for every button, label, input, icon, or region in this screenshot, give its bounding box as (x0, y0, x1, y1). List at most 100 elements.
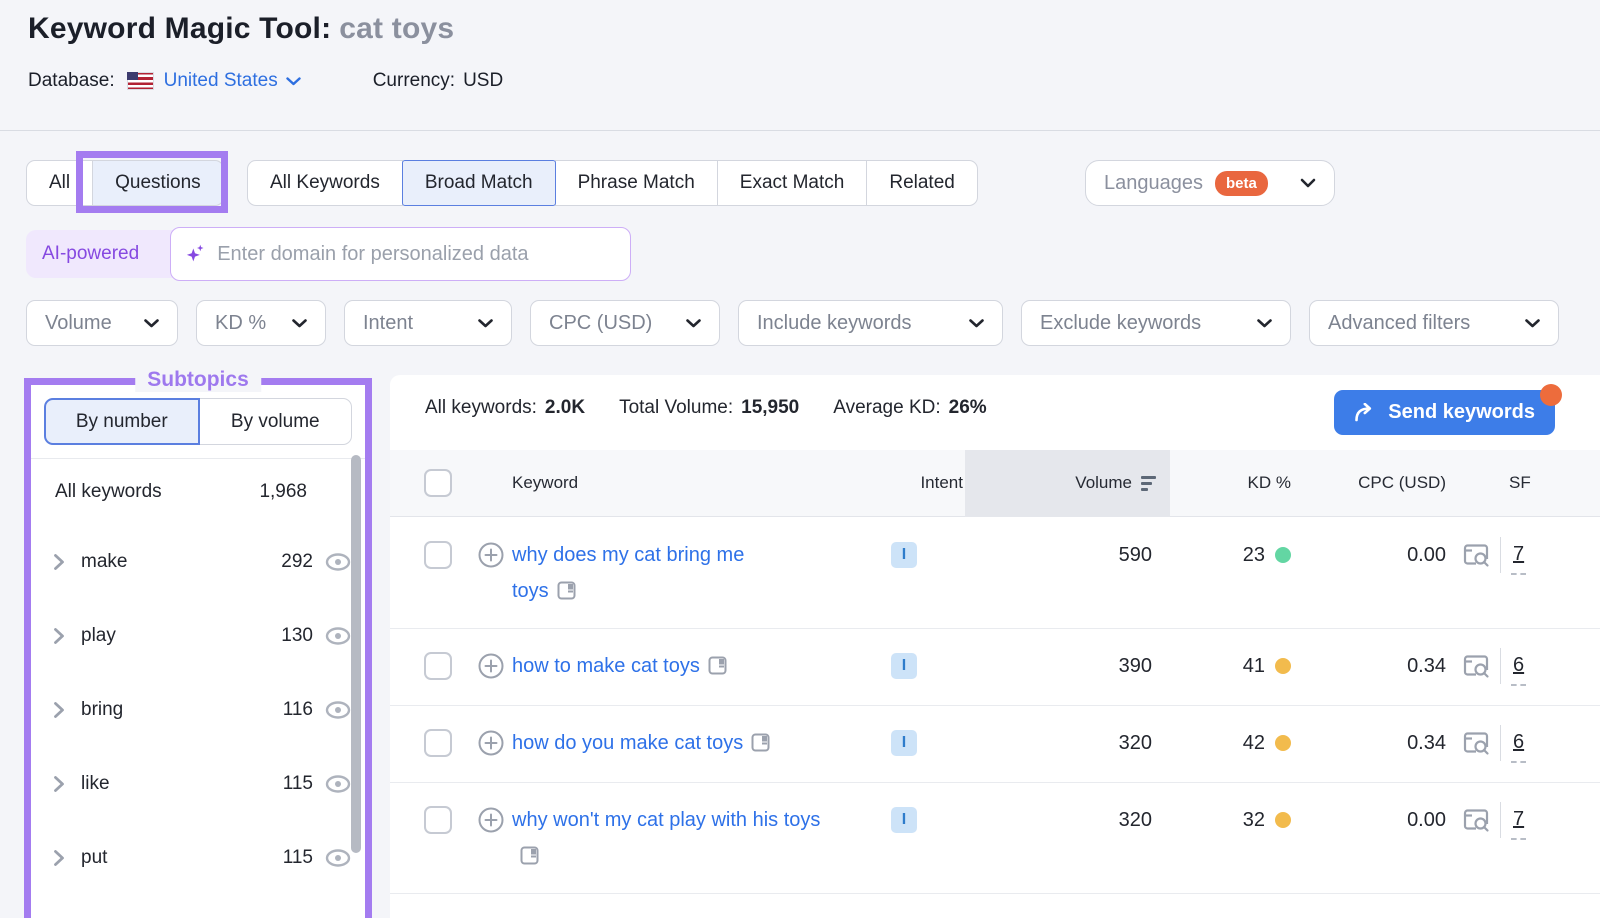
sf-count[interactable]: 6 (1511, 725, 1526, 763)
add-to-list-icon[interactable] (478, 807, 504, 833)
advanced-filters[interactable]: Advanced filters (1309, 300, 1559, 346)
scrollbar-thumb[interactable] (351, 455, 361, 853)
subtopic-count: 115 (283, 773, 313, 795)
languages-dropdown[interactable]: Languages beta (1085, 160, 1335, 206)
eye-icon[interactable] (325, 553, 351, 571)
eye-icon[interactable] (325, 775, 351, 793)
sf-count[interactable]: 6 (1511, 648, 1526, 686)
subtopic-label: put (81, 847, 107, 869)
divider (1500, 537, 1501, 573)
by-number-button[interactable]: By number (44, 398, 200, 445)
volume-value: 320 (1119, 725, 1152, 761)
by-volume-button[interactable]: By volume (199, 398, 353, 445)
database-selector[interactable]: United States (164, 70, 301, 92)
table-body: why does my cat bring me toys I 590 23 0… (390, 518, 1600, 894)
subtopic-item-like[interactable]: like 115 (31, 747, 365, 821)
divider (1500, 648, 1501, 684)
tab-questions[interactable]: Questions (92, 160, 224, 206)
tab-all[interactable]: All (26, 160, 93, 206)
tab-all-keywords[interactable]: All Keywords (247, 160, 403, 206)
all-keywords-count: 1,968 (259, 481, 307, 503)
chevron-right-icon[interactable] (53, 627, 65, 645)
chevron-right-icon[interactable] (53, 701, 65, 719)
chevron-right-icon[interactable] (53, 849, 65, 867)
serp-analysis-icon[interactable] (1462, 543, 1490, 568)
page-title: Keyword Magic Tool:cat toys (28, 12, 454, 46)
volume-filter[interactable]: Volume (26, 300, 178, 346)
sort-descending-icon[interactable] (1141, 476, 1156, 491)
add-to-list-icon[interactable] (478, 542, 504, 568)
subtopic-item-make[interactable]: make 292 (31, 525, 365, 599)
serp-analysis-icon[interactable] (1462, 731, 1490, 756)
add-to-list-icon[interactable] (478, 653, 504, 679)
chevron-down-icon (969, 319, 984, 328)
domain-input[interactable] (217, 243, 616, 266)
row-checkbox[interactable] (424, 806, 452, 834)
eye-icon[interactable] (325, 849, 351, 867)
chevron-down-icon (144, 319, 159, 328)
currency: Currency: USD (373, 70, 503, 92)
all-keywords-value: 2.0K (545, 397, 585, 419)
keyword-link[interactable]: how to make cat toys (512, 648, 727, 684)
filter-bar: Volume KD % Intent CPC (USD) Include key… (26, 300, 1559, 346)
sf-count[interactable]: 7 (1511, 537, 1526, 575)
page-header: Keyword Magic Tool:cat toys Database: Un… (0, 0, 1600, 131)
table-header: Keyword Intent Volume KD % CPC (USD) SF (390, 450, 1600, 517)
kd-value: 41 (1243, 648, 1265, 684)
ai-powered-bar: AI-powered (26, 230, 628, 278)
row-checkbox[interactable] (424, 652, 452, 680)
exclude-keywords-filter[interactable]: Exclude keywords (1021, 300, 1291, 346)
us-flag-icon (127, 72, 154, 90)
sf-count[interactable]: 7 (1511, 802, 1526, 840)
chevron-right-icon[interactable] (53, 775, 65, 793)
kd-value: 32 (1243, 802, 1265, 838)
subtopics-sort-toggle: By number By volume (44, 398, 352, 445)
subtopic-item-put[interactable]: put 115 (31, 821, 365, 895)
chevron-down-icon (1257, 319, 1272, 328)
select-all-checkbox[interactable] (424, 469, 452, 497)
notification-dot (1540, 384, 1562, 406)
results-summary: All keywords:2.0K Total Volume:15,950 Av… (425, 397, 987, 419)
serp-snapshot-icon[interactable] (557, 581, 576, 600)
serp-snapshot-icon[interactable] (520, 846, 539, 865)
chevron-down-icon (286, 77, 301, 86)
serp-snapshot-icon[interactable] (708, 656, 727, 675)
keyword-link[interactable]: why won't my cat play with his toys (512, 802, 824, 874)
subtopic-item-bring[interactable]: bring 116 (31, 673, 365, 747)
keyword-link[interactable]: how do you make cat toys (512, 725, 770, 761)
chevron-down-icon (1300, 178, 1316, 188)
subtopic-count: 292 (281, 551, 313, 573)
serp-analysis-icon[interactable] (1462, 654, 1490, 679)
intent-badge: I (891, 807, 917, 833)
eye-icon[interactable] (325, 701, 351, 719)
add-to-list-icon[interactable] (478, 730, 504, 756)
keyword-link[interactable]: why does my cat bring me toys (512, 537, 774, 609)
subtopic-item-play[interactable]: play 130 (31, 599, 365, 673)
all-keywords-row[interactable]: All keywords 1,968 (31, 459, 365, 525)
intent-filter[interactable]: Intent (344, 300, 512, 346)
chevron-right-icon[interactable] (53, 553, 65, 571)
tab-exact-match[interactable]: Exact Match (717, 160, 868, 206)
cpc-filter[interactable]: CPC (USD) (530, 300, 720, 346)
tab-phrase-match[interactable]: Phrase Match (555, 160, 718, 206)
eye-icon[interactable] (325, 627, 351, 645)
row-checkbox[interactable] (424, 541, 452, 569)
row-checkbox[interactable] (424, 729, 452, 757)
database-bar: Database: United States Currency: USD (28, 70, 503, 92)
sparkles-icon (185, 242, 207, 266)
kd-filter[interactable]: KD % (196, 300, 326, 346)
intent-badge: I (891, 653, 917, 679)
kd-dot (1275, 658, 1291, 674)
subtopic-label: play (81, 625, 116, 647)
volume-value: 390 (1119, 648, 1152, 684)
tab-related[interactable]: Related (866, 160, 978, 206)
tab-broad-match[interactable]: Broad Match (402, 160, 556, 206)
chevron-down-icon (686, 319, 701, 328)
serp-snapshot-icon[interactable] (751, 733, 770, 752)
serp-analysis-icon[interactable] (1462, 808, 1490, 833)
include-keywords-filter[interactable]: Include keywords (738, 300, 1003, 346)
send-keywords-button[interactable]: Send keywords (1334, 390, 1555, 435)
table-row: why does my cat bring me toys I 590 23 0… (390, 518, 1600, 629)
volume-value: 590 (1119, 537, 1152, 573)
column-volume[interactable]: Volume (965, 450, 1170, 517)
